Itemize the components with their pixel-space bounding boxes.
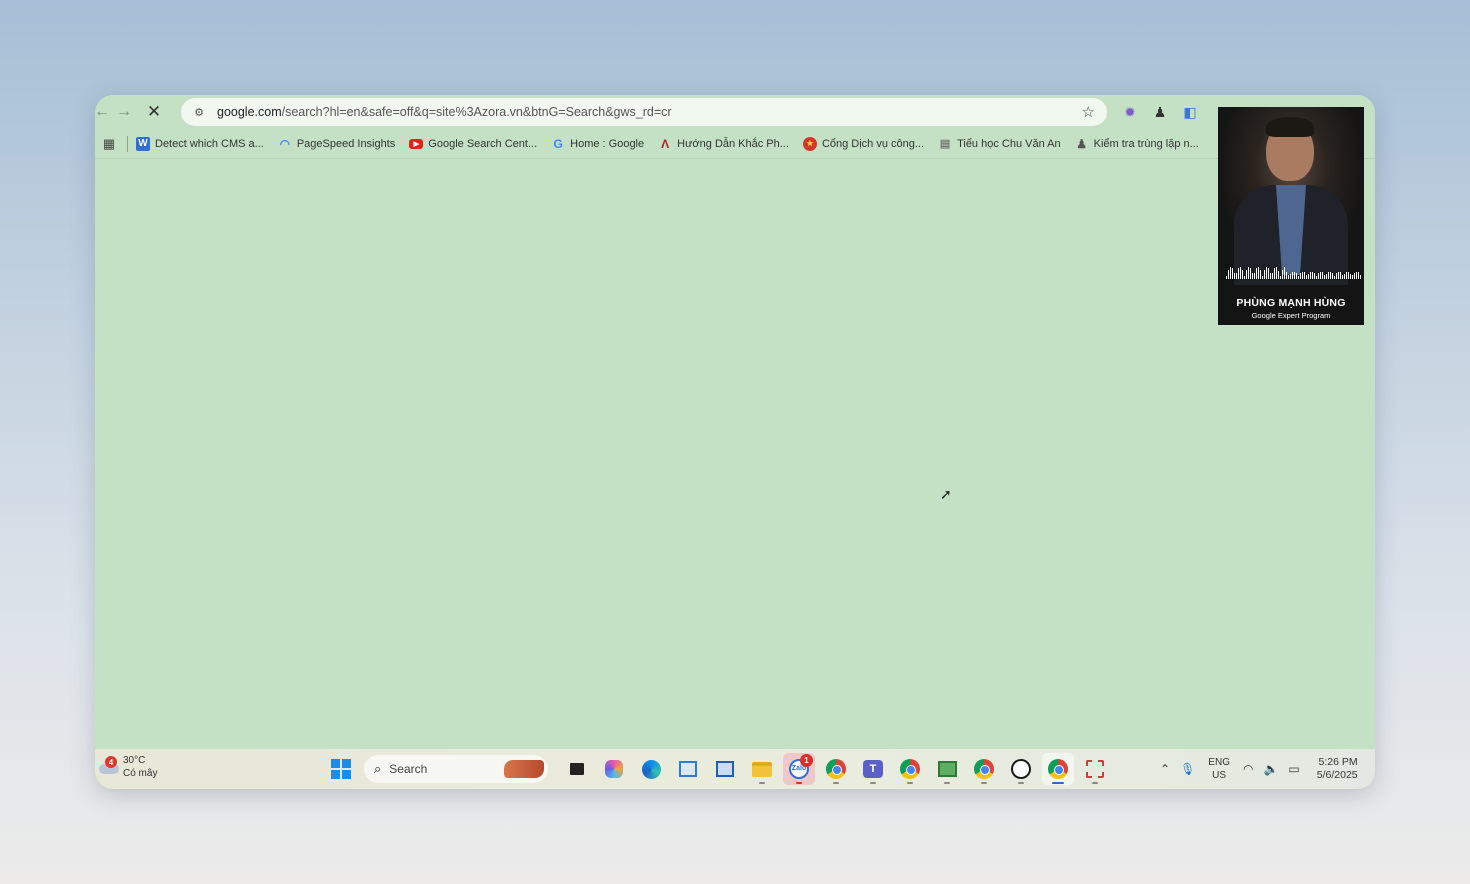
search-highlight-image [504, 760, 544, 778]
keyboard-region: US [1212, 770, 1227, 781]
back-button[interactable]: ← [95, 97, 110, 127]
weather-temperature: 30°C [123, 755, 146, 766]
weather-widget[interactable]: 4 30°C Có mây [99, 754, 157, 780]
edge-icon[interactable] [635, 753, 667, 785]
bookmark-label: Cổng Dịch vụ công... [821, 137, 925, 150]
school-icon: ▤ [939, 138, 951, 150]
microphone-icon[interactable]: 🎙 [1180, 762, 1195, 776]
search-icon: ⌕ [374, 761, 382, 776]
weather-description: Có mây [123, 768, 158, 779]
language-code: ENG [1208, 757, 1230, 768]
page-content[interactable]: ➚ [95, 159, 1375, 749]
bookmark-label: Kiểm tra trùng lặp n... [1093, 137, 1199, 150]
stop-loading-button[interactable]: ✕ [139, 97, 169, 127]
presenter-subtitle: Google Expert Program [1251, 311, 1331, 320]
search-label: Search [389, 762, 428, 776]
taskbar-search[interactable]: ⌕ Search [364, 755, 548, 783]
bookmark-star-icon[interactable]: ☆ [1082, 103, 1095, 121]
bookmark-huong-dan[interactable]: Λ Hướng Dẫn Khắc Ph... [658, 137, 789, 151]
chevron-up-icon[interactable]: ⌃ [1160, 762, 1170, 776]
forward-button[interactable]: → [109, 97, 139, 127]
bookmark-detect-cms[interactable]: W Detect which CMS a... [136, 136, 264, 151]
chrome-active-icon[interactable] [1042, 753, 1074, 785]
weather-cloud-icon: 4 [99, 756, 121, 778]
extension-gear-icon[interactable]: ✹ [1119, 101, 1141, 123]
language-indicator[interactable]: ENG US [1208, 756, 1230, 782]
apps-grid-icon[interactable]: ▦ [95, 136, 123, 152]
extensions-area: ✹ ♟ ◧ [1119, 101, 1201, 123]
mouse-cursor-icon: ➚ [940, 486, 952, 502]
url-host: google.com [217, 105, 282, 119]
weather-badge: 4 [105, 756, 117, 768]
presenter-video-overlay: PHÙNG MẠNH HÙNG Google Expert Program [1218, 107, 1364, 325]
emblem-icon: ★ [802, 136, 817, 151]
image-app-icon[interactable] [931, 753, 963, 785]
bookmark-search-central[interactable]: ▶ Google Search Cent... [409, 138, 537, 150]
presenter-photo [1218, 107, 1364, 285]
windows-taskbar: 4 30°C Có mây ⌕ Search Zalo 1 T ⌃ 🎙 ENG … [95, 749, 1375, 789]
file-explorer-icon[interactable] [746, 753, 778, 785]
bookmark-kiem-tra[interactable]: ♟ Kiểm tra trùng lặp n... [1075, 137, 1199, 151]
youtube-icon: ▶ [409, 138, 424, 149]
zalo-icon[interactable]: Zalo 1 [783, 753, 815, 785]
teams-icon[interactable]: T [857, 753, 889, 785]
browser-toolbar: ← → ✕ ⚙ google.com/search?hl=en&safe=off… [95, 95, 1375, 129]
whatsapp-icon[interactable] [1005, 753, 1037, 785]
chrome-profile-2-icon[interactable] [894, 753, 926, 785]
bookmark-label: Tiểu học Chu Văn An [957, 137, 1061, 150]
chrome-profile-1-icon[interactable] [820, 753, 852, 785]
bookmark-label: PageSpeed Insights [296, 137, 396, 150]
taskbar-apps: ⌕ Search Zalo 1 T [325, 753, 1111, 785]
clock-time: 5:26 PM [1318, 756, 1358, 768]
chrome-profile-3-icon[interactable] [968, 753, 1000, 785]
person-icon: ♟ [1076, 136, 1087, 151]
presenter-name: PHÙNG MẠNH HÙNG [1236, 297, 1346, 309]
google-icon: G [553, 136, 563, 151]
start-button[interactable] [325, 753, 357, 785]
url-path: /search?hl=en&safe=off&q=site%3Azora.vn&… [281, 105, 672, 119]
w-icon: W [136, 136, 150, 151]
bookmark-home-google[interactable]: G Home : Google [551, 137, 644, 151]
clock-date: 5/6/2025 [1316, 769, 1358, 781]
system-tray: ⌃ 🎙 ENG US ◠ 🔈 ▭ 5:26 PM 5/6/2025 [1155, 749, 1358, 789]
browser-window: ← → ✕ ⚙ google.com/search?hl=en&safe=off… [95, 95, 1375, 789]
bookmark-cong-dich-vu[interactable]: ★ Cổng Dịch vụ công... [802, 136, 925, 151]
bookmarks-bar: ▦ W Detect which CMS a... ◠ PageSpeed In… [95, 129, 1375, 159]
notification-badge: 1 [800, 754, 813, 767]
bookmark-label: Detect which CMS a... [155, 137, 264, 150]
volume-icon[interactable]: 🔈 [1263, 762, 1278, 776]
window-app-icon[interactable] [672, 753, 704, 785]
pagespeed-icon: ◠ [279, 136, 291, 151]
site-info-icon[interactable]: ⚙ [191, 104, 207, 120]
bookmark-tieu-hoc[interactable]: ▤ Tiểu học Chu Văn An [938, 137, 1061, 151]
extension-translate-icon[interactable]: ◧ [1179, 101, 1201, 123]
address-bar[interactable]: ⚙ google.com/search?hl=en&safe=off&q=sit… [181, 98, 1107, 126]
bookmark-label: Home : Google [570, 137, 645, 150]
windows-logo-icon [331, 759, 351, 779]
wifi-icon[interactable]: ◠ [1243, 762, 1253, 776]
battery-icon[interactable]: ▭ [1288, 762, 1299, 776]
audio-waveform [1226, 265, 1362, 279]
task-view-icon[interactable] [561, 753, 593, 785]
bookmark-label: Hướng Dẫn Khắc Ph... [677, 137, 789, 150]
bookmarks-separator [127, 135, 128, 152]
a-logo-icon: Λ [661, 136, 670, 151]
bookmark-pagespeed[interactable]: ◠ PageSpeed Insights [278, 136, 396, 151]
bookmark-label: Google Search Cent... [428, 137, 538, 150]
url-text[interactable]: google.com/search?hl=en&safe=off&q=site%… [217, 105, 672, 119]
snipping-tool-icon[interactable] [1079, 753, 1111, 785]
extension-person-icon[interactable]: ♟ [1149, 101, 1171, 123]
clock[interactable]: 5:26 PM 5/6/2025 [1317, 756, 1358, 782]
copilot-icon[interactable] [598, 753, 630, 785]
window-app-2-icon[interactable] [709, 753, 741, 785]
